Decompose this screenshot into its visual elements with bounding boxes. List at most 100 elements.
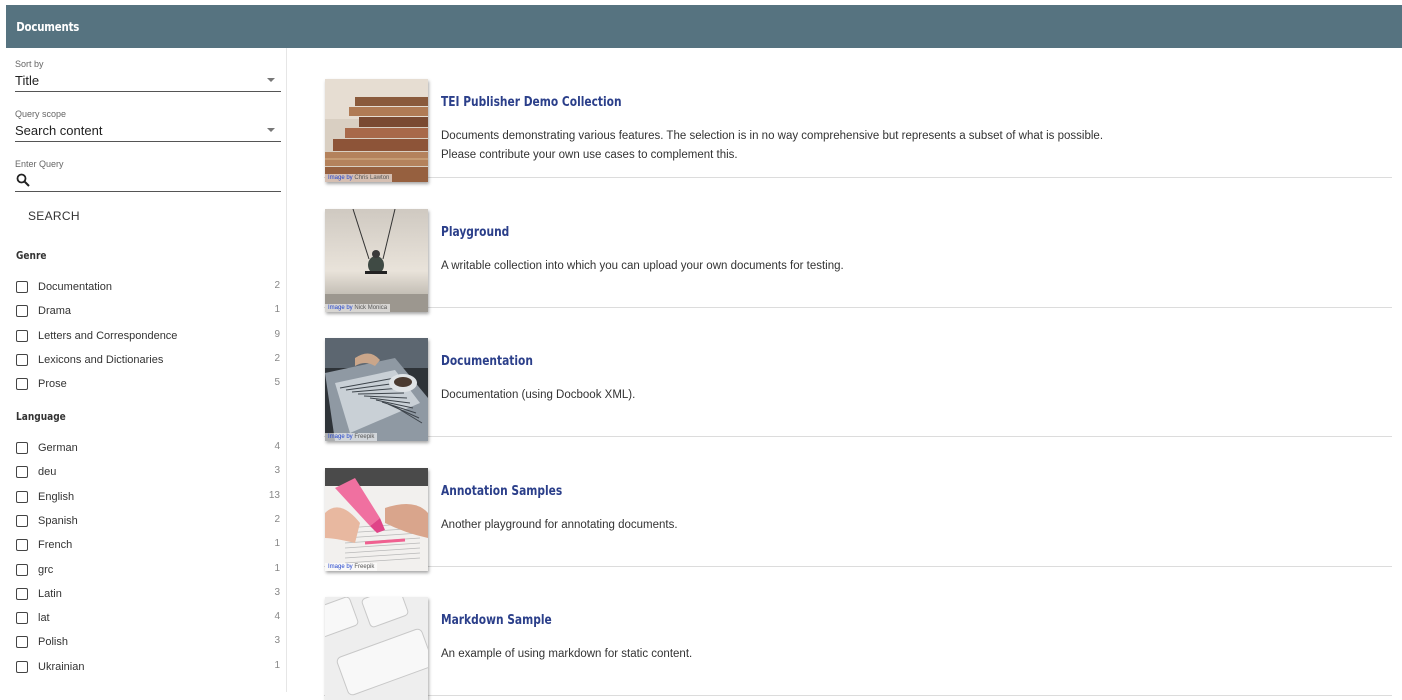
checkbox-icon[interactable] [16,539,28,552]
chevron-down-icon[interactable] [267,128,275,132]
facet-item-language[interactable]: Ukrainian 1 [16,659,280,679]
query-input[interactable]: Enter Query [15,158,281,192]
collection-title-link[interactable]: Annotation Samples [441,484,562,499]
checkbox-icon[interactable] [16,305,28,318]
facet-item-genre[interactable]: Lexicons and Dictionaries 2 [16,352,280,372]
checkbox-icon[interactable] [16,466,28,479]
facet-label: German [38,442,78,454]
facet-label: deu [38,466,57,479]
facet-count: 5 [274,377,280,389]
checkbox-icon[interactable] [16,563,28,576]
sort-by-value: Title [15,73,40,88]
facet-label: Spanish [38,514,78,527]
facet-label: Drama [38,305,72,318]
checkbox-icon[interactable] [16,378,28,391]
facet-item-language[interactable]: Latin 3 [16,586,280,606]
facet-item-language[interactable]: grc 1 [16,562,280,582]
chevron-down-icon[interactable] [267,78,275,82]
page-title: Documents [16,19,80,34]
collection-thumbnail[interactable]: Image by Freepik [325,338,428,441]
facet-count: 4 [274,611,280,623]
facet-item-language[interactable]: deu 3 [16,464,280,484]
facet-label: English [38,490,75,503]
checkbox-icon[interactable] [16,612,28,625]
collection-description-line: Please contribute your own use cases to … [441,149,738,161]
facet-label: Letters and Correspondence [38,329,178,342]
facet-item-genre[interactable]: Drama 1 [16,303,280,323]
collection-title-link[interactable]: Playground [441,225,509,240]
checkbox-icon[interactable] [16,490,28,503]
facet-count: 3 [274,635,280,647]
genre-heading: Genre [16,249,47,262]
facet-label: Ukrainian [38,660,85,673]
collection-title-link[interactable]: Documentation [441,354,533,369]
search-icon[interactable] [16,173,30,187]
facet-count: 1 [274,659,280,671]
collection-item: Markdown Sample An example of using markd… [324,566,1392,700]
checkbox-icon[interactable] [16,514,28,527]
checkbox-icon[interactable] [16,353,28,366]
facet-item-language[interactable]: English 13 [16,489,280,509]
collection-thumbnail[interactable] [325,597,428,700]
collection-item: Image by Freepik Documentation Documentati… [324,307,1392,441]
collection-item: Image by Nick Monica Playground A writable… [324,178,1392,312]
facet-item-language[interactable]: Spanish 2 [16,513,280,533]
facet-item-genre[interactable]: Letters and Correspondence 9 [16,328,280,348]
facet-count: 1 [274,562,280,574]
sort-by-select[interactable]: Sort by Title [15,58,281,92]
facet-count: 4 [274,441,280,452]
app-header: Documents [6,5,1402,48]
facet-count: 13 [268,489,280,501]
facet-label: Documentation [38,281,112,293]
checkbox-icon[interactable] [16,442,28,454]
facet-item-language[interactable]: German 4 [16,440,280,460]
collection-title-link[interactable]: TEI Publisher Demo Collection [441,95,622,110]
collection-thumbnail[interactable]: Image by Chris Lawton [325,79,428,182]
facet-label: Lexicons and Dictionaries [38,353,164,366]
facet-label: lat [38,612,50,625]
collection-description: Another playground for annotating docume… [441,516,1381,535]
facet-count: 2 [274,280,280,291]
facet-count: 3 [274,465,280,477]
facet-item-language[interactable]: Polish 3 [16,634,280,654]
facet-label: grc [38,563,54,576]
collection-description: A writable collection into which you can… [441,257,1381,276]
language-heading: Language [16,410,66,423]
facet-count: 2 [274,513,280,525]
facet-count: 1 [274,538,280,550]
collection-description: An example of using markdown for static … [441,645,1381,664]
collection-description-line: Another playground for annotating docume… [441,518,678,531]
checkbox-icon[interactable] [16,660,28,673]
collection-list: Image by Chris Lawton TEI Publisher Demo … [288,48,1402,700]
facet-label: Prose [38,378,67,391]
facet-count: 1 [274,304,280,316]
sidebar: Sort by Title Query scope Search content… [6,48,287,692]
checkbox-icon[interactable] [16,329,28,342]
facet-item-language[interactable]: lat 4 [16,610,280,630]
checkbox-icon[interactable] [16,587,28,600]
facet-count: 3 [274,586,280,598]
facet-count: 2 [274,352,280,364]
facet-item-genre[interactable]: Documentation 2 [16,279,280,299]
collection-description: Documents demonstrating various features… [441,127,1381,165]
collection-item: Image by Chris Lawton TEI Publisher Demo … [324,48,1392,182]
query-scope-select[interactable]: Query scope Search content [15,108,281,142]
collection-description-line: A writable collection into which you can… [441,259,844,272]
facet-count: 9 [274,328,280,340]
query-input-label: Enter Query [15,159,64,169]
facet-label: Polish [38,636,68,649]
facet-item-genre[interactable]: Prose 5 [16,376,280,396]
collection-item: Image by Freepik Annotation Samples Anothe… [324,437,1392,571]
facet-label: French [38,539,73,552]
checkbox-icon[interactable] [16,281,28,293]
collection-thumbnail[interactable]: Image by Nick Monica [325,208,428,312]
collection-description-line: An example of using markdown for static … [441,648,693,660]
collection-description-line: Documents demonstrating various features… [441,130,1104,142]
facet-item-language[interactable]: French 1 [16,537,280,557]
search-button[interactable]: SEARCH [28,209,80,223]
collection-description: Documentation (using Docbook XML). [441,386,1381,405]
collection-thumbnail[interactable]: Image by Freepik [325,467,428,571]
checkbox-icon[interactable] [16,636,28,649]
facet-label: Latin [38,587,62,600]
collection-title-link[interactable]: Markdown Sample [441,613,552,628]
